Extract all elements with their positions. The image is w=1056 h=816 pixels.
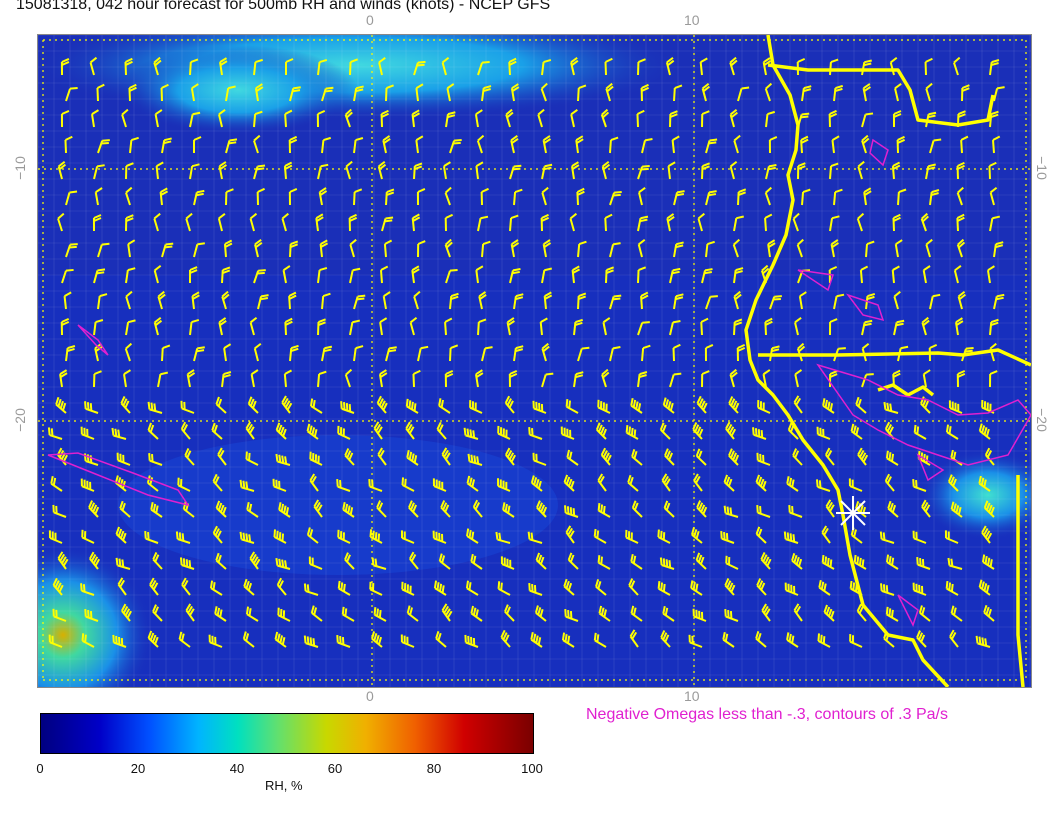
right-axis-label-m10: −10 [1033, 156, 1050, 180]
left-axis-label-m20: −20 [11, 408, 28, 432]
station-marker [836, 496, 870, 530]
colorbar-tick: 0 [36, 761, 44, 776]
left-axis-label-m10: −10 [11, 156, 28, 180]
colorbar-tick: 40 [229, 761, 245, 776]
colorbar-tick: 20 [130, 761, 146, 776]
rh-colorbar [40, 713, 534, 754]
omega-legend-note: Negative Omegas less than -.3, contours … [586, 706, 948, 723]
rh-wind-map [37, 34, 1032, 688]
colorbar-tick: 100 [521, 761, 543, 776]
bottom-axis-label-10: 10 [684, 688, 700, 704]
colorbar-tick: 80 [426, 761, 442, 776]
map-title: 15081318, 042 hour forecast for 500mb RH… [16, 0, 551, 13]
bottom-axis-label-0: 0 [366, 688, 374, 704]
top-axis-label-10: 10 [684, 12, 700, 28]
top-axis-label-0: 0 [366, 12, 374, 28]
colorbar-label: RH, % [265, 778, 303, 793]
right-axis-label-m20: −20 [1033, 408, 1050, 432]
colorbar-tick: 60 [327, 761, 343, 776]
